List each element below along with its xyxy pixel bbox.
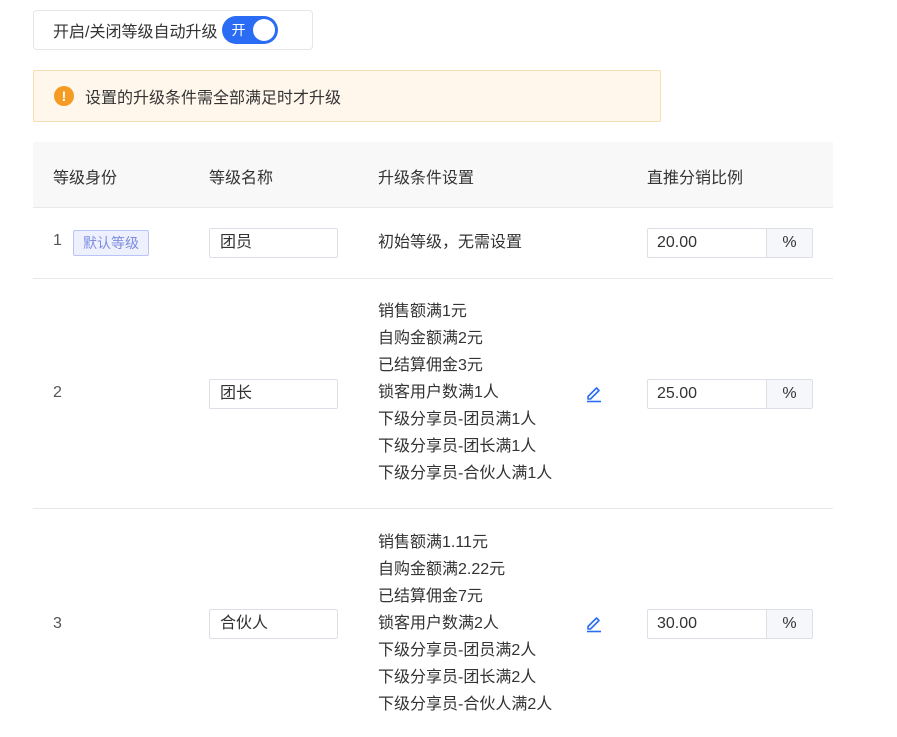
table-header: 等级身份 等级名称 升级条件设置 直推分销比例 [33, 142, 833, 208]
auto-upgrade-toggle-box: 开启/关闭等级自动升级 开 [33, 10, 313, 50]
condition-line: 已结算佣金3元 [378, 357, 483, 374]
ratio-unit: % [766, 609, 813, 639]
header-level: 等级身份 [53, 170, 118, 187]
condition-line: 销售额满1元 [378, 303, 467, 320]
ratio-input[interactable]: 20.00 [647, 228, 767, 258]
level-number: 3 [53, 615, 62, 632]
condition-line: 锁客用户数满2人 [378, 615, 499, 632]
ratio-input[interactable]: 30.00 [647, 609, 767, 639]
default-level-tag: 默认等级 [73, 230, 149, 256]
ratio-input[interactable]: 25.00 [647, 379, 767, 409]
upgrade-condition-alert: ! 设置的升级条件需全部满足时才升级 [33, 70, 661, 122]
condition-line: 下级分享员-合伙人满1人 [378, 465, 553, 482]
upgrade-conditions: 销售额满1元 自购金额满2元 已结算佣金3元 锁客用户数满1人下级分享员-团员满1人下… [378, 298, 552, 487]
switch-knob [253, 19, 276, 41]
condition-line: 自购金额满2元 [378, 330, 483, 347]
table-row: 1 默认等级 团员 初始等级，无需设置 20.00 % [33, 208, 833, 279]
condition-line: 销售额满1.11元 [378, 534, 488, 551]
level-number: 1 [53, 232, 62, 249]
level-table: 等级身份 等级名称 升级条件设置 直推分销比例 1 默认等级 团员 初始等级，无… [33, 142, 833, 737]
condition-line: 下级分享员-团员满2人 [378, 642, 537, 659]
alert-text: 设置的升级条件需全部满足时才升级 [85, 90, 342, 107]
edit-icon[interactable] [584, 383, 604, 403]
ratio-unit: % [766, 379, 813, 409]
condition-line: 锁客用户数满1人 [378, 384, 499, 401]
table-row: 2 团长 销售额满1元 自购金额满2元 已结算佣金3元 锁客用户数满1人下级分享员-团… [33, 279, 833, 509]
header-conditions: 升级条件设置 [378, 170, 475, 187]
condition-line: 下级分享员-团长满2人 [378, 669, 537, 686]
level-name-input[interactable]: 团长 [209, 379, 338, 409]
condition-line: 自购金额满2.22元 [378, 561, 506, 578]
warning-icon: ! [54, 86, 74, 106]
level-name-input[interactable]: 团员 [209, 228, 338, 258]
header-ratio: 直推分销比例 [647, 170, 744, 187]
upgrade-conditions: 销售额满1.11元自购金额满2.22元 已结算佣金7元 锁客用户数满2人下级分享员-… [378, 529, 552, 718]
level-settings-page: 开启/关闭等级自动升级 开 ! 设置的升级条件需全部满足时才升级 等级身份 等级… [0, 0, 897, 737]
table-row: 3 合伙人 销售额满1.11元自购金额满2.22元 已结算佣金7元 锁客用户数满2人… [33, 509, 833, 737]
condition-line: 下级分享员-团员满1人 [378, 411, 537, 428]
edit-icon[interactable] [584, 613, 604, 633]
condition-line: 已结算佣金7元 [378, 588, 483, 605]
condition-line: 下级分享员-合伙人满2人 [378, 696, 553, 713]
auto-upgrade-label: 开启/关闭等级自动升级 [53, 24, 218, 41]
switch-on-text: 开 [231, 22, 246, 38]
ratio-unit: % [766, 228, 813, 258]
header-name: 等级名称 [209, 170, 274, 187]
condition-line: 初始等级，无需设置 [378, 234, 523, 251]
condition-line: 下级分享员-团长满1人 [378, 438, 537, 455]
auto-upgrade-switch[interactable]: 开 [222, 16, 279, 44]
upgrade-conditions: 初始等级，无需设置 [378, 229, 522, 256]
level-name-input[interactable]: 合伙人 [209, 609, 338, 639]
level-number: 2 [53, 384, 62, 401]
